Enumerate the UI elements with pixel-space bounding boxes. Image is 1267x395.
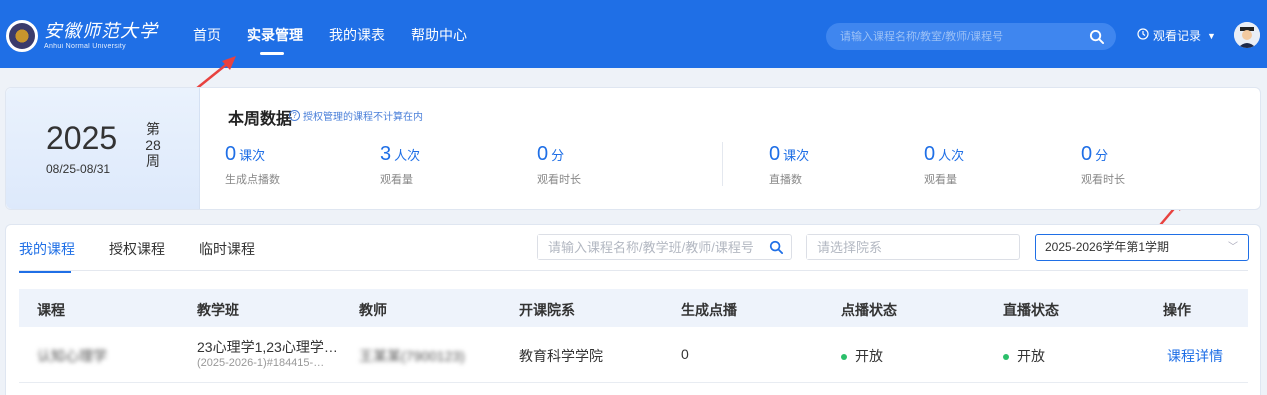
stats-divider (722, 142, 723, 186)
week-prefix: 第 (146, 121, 160, 137)
column-header-teacher: 教师 (359, 302, 387, 318)
course-search-input[interactable] (538, 235, 760, 259)
metric-vod-views: 3 人次 观看量 (380, 143, 421, 186)
metric-live-views: 0 人次 观看量 (924, 143, 965, 186)
week-date-range: 08/25-08/31 (46, 162, 111, 176)
search-icon[interactable] (1089, 29, 1104, 49)
column-header-class: 教学班 (197, 302, 239, 318)
teacher-name: 王某某(7900123) (359, 348, 465, 364)
top-bar: 安徽师范大学 Anhui Normal University 首页 实录管理 我… (0, 0, 1267, 68)
view-history-label: 观看记录 (1153, 29, 1202, 43)
class-name: 23心理学1,23心理学… (197, 339, 338, 355)
global-search (826, 23, 1116, 50)
department-name: 教育科学学院 (519, 348, 603, 364)
class-code: (2025-2026-1)#184415-… (197, 357, 325, 369)
live-status: 开放 (1003, 346, 1045, 366)
stats-note: ? 授权管理的课程不计算在内 (289, 108, 423, 123)
column-header-vod-status: 点播状态 (841, 302, 897, 318)
week-year: 2025 (46, 120, 118, 156)
help-icon[interactable]: ? (289, 110, 300, 121)
course-detail-link[interactable]: 课程详情 (1167, 346, 1223, 366)
logo-name-en: Anhui Normal University (44, 42, 126, 50)
course-name: 认知心理学 (37, 348, 107, 364)
column-header-course: 课程 (37, 302, 65, 318)
view-history-dropdown[interactable]: 观看记录 ▼ (1137, 27, 1216, 44)
department-select (806, 234, 1020, 260)
week-indicator: 2025 08/25-08/31 第 28 周 (6, 88, 200, 209)
global-search-input[interactable] (826, 23, 1076, 50)
week-number: 28 (145, 137, 161, 153)
tab-divider (19, 270, 1248, 271)
column-header-vod-count: 生成点播 (681, 302, 737, 318)
tab-temporary-courses[interactable]: 临时课程 (199, 239, 255, 271)
nav-home[interactable]: 首页 (193, 25, 221, 45)
stats-title: 本周数据 (228, 111, 293, 128)
department-select-input[interactable] (807, 235, 1007, 259)
university-seal-icon (6, 20, 38, 52)
metric-vod-generated: 0 课次 生成点播数 (225, 143, 280, 186)
metric-live-count: 0 课次 直播数 (769, 143, 810, 186)
course-search (537, 234, 792, 260)
tab-my-courses[interactable]: 我的课程 (19, 239, 75, 273)
week-suffix: 周 (146, 153, 160, 169)
user-avatar[interactable] (1234, 22, 1260, 48)
vod-count: 0 (681, 346, 689, 362)
metric-vod-duration: 0分 观看时长 (537, 143, 581, 186)
vod-status: 开放 (841, 346, 883, 366)
caret-down-icon: ▼ (1207, 30, 1216, 41)
column-header-live-status: 直播状态 (1003, 302, 1059, 318)
chevron-down-icon: ﹀ (1228, 242, 1238, 253)
course-tabs: 我的课程 授权课程 临时课程 (19, 239, 289, 273)
nav-help-center[interactable]: 帮助中心 (411, 25, 467, 45)
main-nav: 首页 实录管理 我的课表 帮助中心 (193, 25, 493, 55)
column-header-department: 开课院系 (519, 302, 575, 318)
course-list-card: 我的课程 授权课程 临时课程 2025-2026学年第1学期 ﹀ 课程 教学班 … (5, 224, 1261, 395)
column-header-actions: 操作 (1163, 302, 1191, 318)
weekly-stats-card: 2025 08/25-08/31 第 28 周 本周数据 ? 授权管理的课程不计… (5, 87, 1261, 210)
term-select-value: 2025-2026学年第1学期 (1045, 240, 1170, 254)
university-logo[interactable]: 安徽师范大学 Anhui Normal University (6, 20, 158, 52)
logo-name-cn: 安徽师范大学 (44, 20, 158, 42)
clock-icon (1137, 28, 1149, 43)
term-select[interactable]: 2025-2026学年第1学期 ﹀ (1035, 234, 1249, 261)
table-header: 课程 教学班 教师 开课院系 生成点播 点播状态 直播状态 操作 (19, 289, 1248, 327)
tab-authorized-courses[interactable]: 授权课程 (109, 239, 165, 271)
table-row: 认知心理学 23心理学1,23心理学… (2025-2026-1)#184415… (19, 327, 1248, 383)
nav-recording-management[interactable]: 实录管理 (247, 25, 303, 55)
metric-live-duration: 0分 观看时长 (1081, 143, 1125, 186)
nav-my-schedule[interactable]: 我的课表 (329, 25, 385, 45)
search-icon[interactable] (769, 240, 783, 259)
status-dot-icon (1003, 354, 1009, 361)
status-dot-icon (841, 354, 847, 361)
